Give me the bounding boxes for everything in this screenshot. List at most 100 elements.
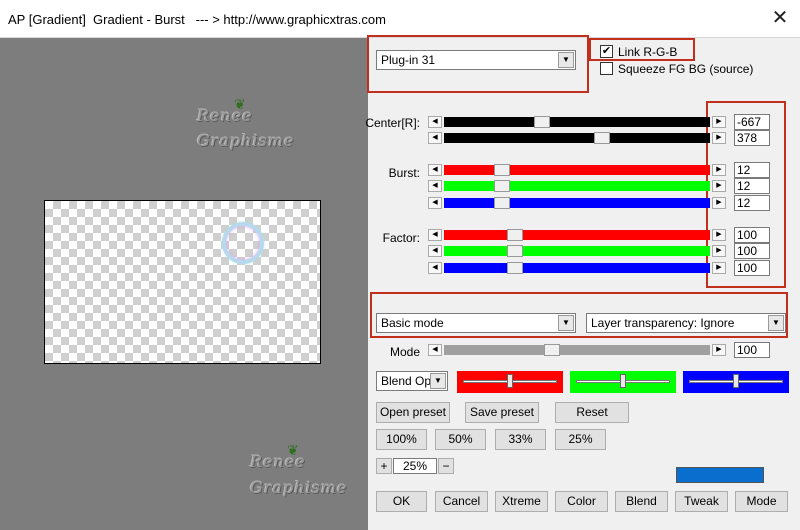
arrow-left-icon[interactable]: ◀ — [428, 180, 442, 192]
slider-thumb[interactable] — [494, 180, 510, 192]
title-bar: AP [Gradient] Gradient - Burst --- > htt… — [0, 0, 800, 38]
slider-thumb[interactable] — [594, 132, 610, 144]
watermark-line-2: Graphisme — [197, 131, 295, 150]
slider-thumb[interactable] — [506, 229, 523, 241]
slider-thumb[interactable] — [544, 344, 560, 356]
transparency-select[interactable]: Layer transparency: Ignore ▼ — [586, 313, 786, 333]
burst-blue-value[interactable]: 12 — [734, 195, 770, 211]
zoom-50-button[interactable]: 50% — [435, 429, 486, 450]
slider-track[interactable] — [444, 133, 710, 143]
color-button[interactable]: Color — [555, 491, 608, 512]
burst-red-slider[interactable]: ◀ ▶ — [428, 164, 726, 176]
zoom-25-button[interactable]: 25% — [555, 429, 606, 450]
tweak-button[interactable]: Tweak — [675, 491, 728, 512]
mode-select[interactable]: Basic mode ▼ — [376, 313, 576, 333]
arrow-left-icon[interactable]: ◀ — [428, 344, 442, 356]
slider-track[interactable] — [444, 165, 710, 175]
factor-red-slider[interactable]: ◀ ▶ — [428, 229, 726, 241]
factor-green-slider[interactable]: ◀ ▶ — [428, 245, 726, 257]
open-preset-button[interactable]: Open preset — [376, 402, 450, 423]
burst-green-slider[interactable]: ◀ ▶ — [428, 180, 726, 192]
zoom-level-field[interactable]: 25% — [393, 458, 437, 474]
zoom-100-button[interactable]: 100% — [376, 429, 427, 450]
plugin-select[interactable]: Plug-in 31 ▼ — [376, 50, 576, 70]
arrow-left-icon[interactable]: ◀ — [428, 197, 442, 209]
slider-track[interactable] — [444, 263, 710, 273]
arrow-left-icon[interactable]: ◀ — [428, 164, 442, 176]
mode-button[interactable]: Mode — [735, 491, 788, 512]
arrow-right-icon[interactable]: ▶ — [712, 180, 726, 192]
blend-select[interactable]: Blend Optio ▼ — [376, 371, 448, 391]
slider-thumb[interactable] — [506, 262, 523, 274]
ok-button[interactable]: OK — [376, 491, 427, 512]
window-title: AP [Gradient] Gradient - Burst --- > htt… — [8, 12, 386, 27]
reset-button[interactable]: Reset — [555, 402, 629, 423]
preview-canvas[interactable] — [44, 200, 321, 364]
center-y-value[interactable]: 378 — [734, 130, 770, 146]
link-rgb-label: Link R-G-B — [618, 45, 678, 59]
factor-green-value[interactable]: 100 — [734, 243, 770, 259]
mode-value[interactable]: 100 — [734, 342, 770, 358]
blend-slider-thumb[interactable] — [620, 374, 626, 388]
close-icon[interactable]: ✕ — [768, 6, 792, 30]
arrow-right-icon[interactable]: ▶ — [712, 262, 726, 274]
burst-red-value[interactable]: 12 — [734, 162, 770, 178]
color-swatch[interactable] — [676, 467, 764, 483]
chevron-down-icon[interactable]: ▼ — [430, 373, 446, 389]
arrow-left-icon[interactable]: ◀ — [428, 262, 442, 274]
save-preset-button[interactable]: Save preset — [465, 402, 539, 423]
arrow-right-icon[interactable]: ▶ — [712, 229, 726, 241]
blue-blend-slider[interactable] — [683, 371, 789, 393]
chevron-down-icon[interactable]: ▼ — [558, 315, 574, 331]
factor-label: Factor: — [382, 231, 420, 245]
blend-slider-thumb[interactable] — [507, 374, 513, 388]
chevron-down-icon[interactable]: ▼ — [768, 315, 784, 331]
blend-slider-thumb[interactable] — [733, 374, 739, 388]
slider-thumb[interactable] — [506, 245, 523, 257]
arrow-right-icon[interactable]: ▶ — [712, 132, 726, 144]
slider-thumb[interactable] — [534, 116, 550, 128]
watermark-line-1: Renee — [197, 106, 253, 125]
transparency-select-value: Layer transparency: Ignore — [591, 316, 735, 330]
slider-track[interactable] — [444, 246, 710, 256]
red-blend-slider[interactable] — [457, 371, 563, 393]
factor-red-value[interactable]: 100 — [734, 227, 770, 243]
xtreme-button[interactable]: Xtreme — [495, 491, 548, 512]
center-x-value[interactable]: -667 — [734, 114, 770, 130]
factor-blue-slider[interactable]: ◀ ▶ — [428, 262, 726, 274]
link-rgb-checkbox[interactable]: ✔ — [600, 45, 613, 58]
arrow-left-icon[interactable]: ◀ — [428, 245, 442, 257]
arrow-left-icon[interactable]: ◀ — [428, 132, 442, 144]
zoom-minus-button[interactable]: − — [438, 458, 454, 474]
arrow-left-icon[interactable]: ◀ — [428, 116, 442, 128]
slider-track[interactable] — [444, 198, 710, 208]
factor-blue-value[interactable]: 100 — [734, 260, 770, 276]
slider-track[interactable] — [444, 345, 710, 355]
burst-green-value[interactable]: 12 — [734, 178, 770, 194]
slider-track[interactable] — [444, 230, 710, 240]
center-x-slider[interactable]: ◀ ▶ — [428, 116, 726, 128]
burst-label: Burst: — [388, 166, 420, 180]
mode-slider[interactable]: ◀ ▶ — [428, 344, 726, 356]
squeeze-checkbox[interactable] — [600, 62, 613, 75]
blend-button[interactable]: Blend — [615, 491, 668, 512]
slider-track[interactable] — [444, 117, 710, 127]
slider-thumb[interactable] — [494, 197, 510, 209]
center-y-slider[interactable]: ◀ ▶ — [428, 132, 726, 144]
arrow-right-icon[interactable]: ▶ — [712, 116, 726, 128]
arrow-right-icon[interactable]: ▶ — [712, 245, 726, 257]
mode-select-value: Basic mode — [381, 316, 444, 330]
arrow-right-icon[interactable]: ▶ — [712, 164, 726, 176]
zoom-plus-button[interactable]: + — [376, 458, 392, 474]
burst-blue-slider[interactable]: ◀ ▶ — [428, 197, 726, 209]
cancel-button[interactable]: Cancel — [435, 491, 488, 512]
arrow-left-icon[interactable]: ◀ — [428, 229, 442, 241]
arrow-right-icon[interactable]: ▶ — [712, 344, 726, 356]
slider-track[interactable] — [444, 181, 710, 191]
arrow-right-icon[interactable]: ▶ — [712, 197, 726, 209]
slider-thumb[interactable] — [494, 164, 510, 176]
zoom-33-button[interactable]: 33% — [495, 429, 546, 450]
plugin-select-value: Plug-in 31 — [381, 53, 436, 67]
chevron-down-icon[interactable]: ▼ — [558, 52, 574, 68]
green-blend-slider[interactable] — [570, 371, 676, 393]
